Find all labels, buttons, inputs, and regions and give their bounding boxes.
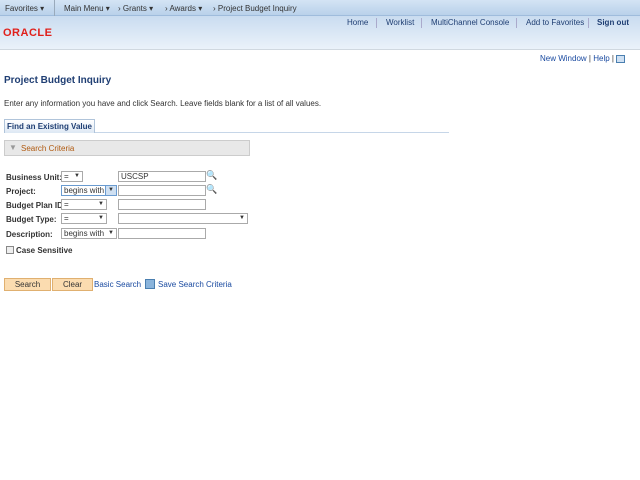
description-operator[interactable]: begins with ▼	[61, 228, 117, 239]
budget-plan-id-operator[interactable]: = ▼	[61, 199, 107, 210]
clear-button[interactable]: Clear	[52, 278, 93, 291]
lookup-icon[interactable]: 🔍	[206, 184, 217, 195]
search-criteria-section[interactable]: ▼ Search Criteria	[4, 140, 250, 156]
add-to-favorites-link[interactable]: Add to Favorites	[526, 18, 584, 27]
instructions: Enter any information you have and click…	[4, 99, 322, 108]
multichannel-console-link[interactable]: MultiChannel Console	[431, 18, 509, 27]
budget-type-operator[interactable]: = ▼	[61, 213, 107, 224]
basic-search-link[interactable]: Basic Search	[94, 280, 141, 289]
business-unit-input[interactable]: USCSP	[118, 171, 206, 182]
business-unit-label: Business Unit:	[6, 173, 63, 182]
budget-plan-id-input[interactable]	[118, 199, 206, 210]
budget-type-label: Budget Type:	[6, 215, 57, 224]
project-label: Project:	[6, 187, 36, 196]
personalize-page-icon[interactable]	[616, 54, 626, 63]
section-title: Search Criteria	[21, 144, 75, 153]
breadcrumb-current: › Project Budget Inquiry	[213, 4, 297, 13]
header: Home Worklist MultiChannel Console Add t…	[0, 16, 640, 50]
home-link[interactable]: Home	[347, 18, 368, 27]
project-operator[interactable]: begins with ▼	[61, 185, 117, 196]
case-sensitive-checkbox[interactable]	[6, 246, 14, 254]
breadcrumb-grants[interactable]: › Grants ▾	[118, 4, 153, 13]
budget-plan-id-label: Budget Plan ID:	[6, 201, 66, 210]
worklist-link[interactable]: Worklist	[386, 18, 414, 27]
save-search-icon[interactable]	[145, 279, 155, 289]
search-button[interactable]: Search	[4, 278, 51, 291]
new-window-link[interactable]: New Window	[540, 54, 587, 63]
top-nav-bar: Favorites ▾ Main Menu ▾ › Grants ▾ › Awa…	[0, 0, 640, 16]
page-title: Project Budget Inquiry	[4, 75, 112, 86]
project-input[interactable]	[118, 185, 206, 196]
budget-type-select[interactable]: ▼	[118, 213, 248, 224]
save-search-criteria-link[interactable]: Save Search Criteria	[158, 280, 232, 289]
lookup-icon[interactable]: 🔍	[206, 170, 217, 181]
business-unit-operator[interactable]: = ▼	[61, 171, 83, 182]
sign-out-link[interactable]: Sign out	[597, 18, 629, 27]
case-sensitive-label: Case Sensitive	[16, 246, 73, 255]
description-label: Description:	[6, 230, 53, 239]
favorites-menu[interactable]: Favorites ▾	[5, 4, 44, 13]
utility-links: New Window | Help |	[540, 54, 626, 63]
oracle-logo: ORACLE	[3, 27, 53, 39]
tab-find-existing-value[interactable]: Find an Existing Value	[4, 119, 95, 133]
breadcrumb-awards[interactable]: › Awards ▾	[165, 4, 202, 13]
main-menu[interactable]: Main Menu ▾	[64, 4, 110, 13]
help-link[interactable]: Help	[593, 54, 609, 63]
description-input[interactable]	[118, 228, 206, 239]
collapse-triangle-icon: ▼	[9, 143, 17, 152]
